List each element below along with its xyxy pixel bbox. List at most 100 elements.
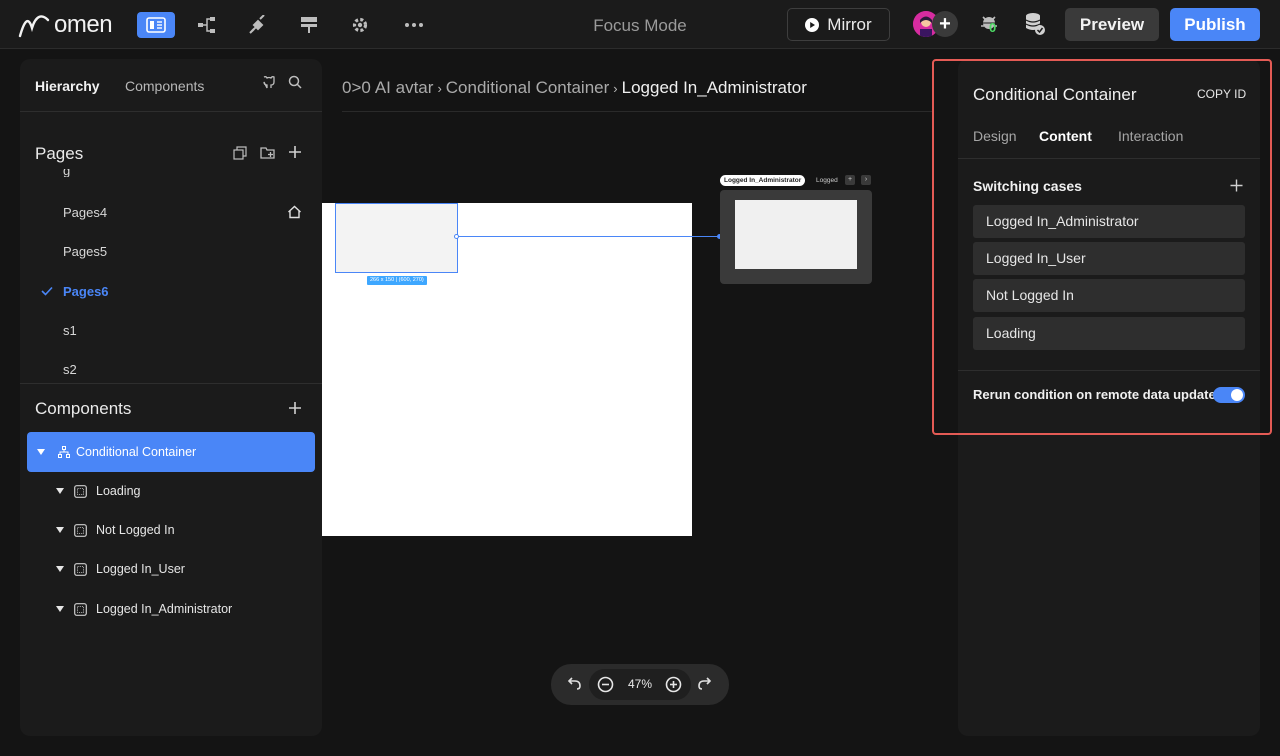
copy-page-icon[interactable] bbox=[233, 146, 247, 160]
pages-section-title: Pages bbox=[35, 144, 84, 163]
debug-button[interactable]: 0 bbox=[979, 12, 1003, 38]
tree-item-not-logged-in[interactable]: Not Logged In bbox=[27, 510, 315, 550]
page-item[interactable]: s1 bbox=[63, 323, 77, 338]
play-icon bbox=[805, 17, 820, 32]
breadcrumb-item[interactable]: Conditional Container bbox=[446, 78, 610, 98]
case-item[interactable]: Loading bbox=[973, 317, 1245, 350]
copy-id-button[interactable]: COPY ID bbox=[1197, 87, 1246, 101]
tab-design[interactable]: Design bbox=[973, 128, 1017, 144]
mirror-button[interactable]: Mirror bbox=[787, 8, 890, 41]
logo-text: omen bbox=[54, 11, 113, 38]
chevron-right-icon: › bbox=[613, 80, 618, 96]
add-case-icon[interactable] bbox=[1230, 179, 1243, 192]
caret-down-icon[interactable] bbox=[56, 606, 64, 612]
right-panel: Conditional Container COPY ID Design Con… bbox=[958, 59, 1260, 736]
caret-down-icon[interactable] bbox=[56, 488, 64, 494]
add-folder-icon[interactable] bbox=[260, 145, 276, 160]
check-icon bbox=[41, 286, 53, 296]
page-item[interactable]: Pages5 bbox=[63, 244, 107, 259]
connector-line bbox=[457, 236, 720, 237]
add-case-mini-button[interactable]: + bbox=[845, 175, 855, 185]
zoom-bar: 47% bbox=[551, 664, 729, 705]
zoom-in-icon[interactable] bbox=[665, 676, 682, 693]
connector-handle-start[interactable] bbox=[454, 234, 459, 239]
page-item[interactable]: Pages4 bbox=[63, 205, 107, 220]
breadcrumb-prefix[interactable]: 0>0 bbox=[342, 78, 371, 98]
workflow-button[interactable] bbox=[188, 12, 226, 38]
tree-item-logged-in-administrator[interactable]: Logged In_Administrator bbox=[27, 589, 315, 629]
left-panel-tabs: Hierarchy Components bbox=[20, 59, 322, 112]
zoom-level[interactable]: 47% bbox=[628, 677, 652, 691]
layout-rows-icon bbox=[301, 17, 317, 33]
container-icon bbox=[74, 484, 87, 498]
database-check-icon bbox=[1025, 13, 1045, 35]
tree-item-label: Not Logged In bbox=[96, 523, 175, 537]
tree-item-label: Loading bbox=[96, 484, 141, 498]
tab-interaction[interactable]: Interaction bbox=[1118, 128, 1183, 144]
caret-down-icon[interactable] bbox=[56, 527, 64, 533]
logo-m-icon bbox=[18, 15, 50, 38]
flow-tree-icon bbox=[198, 17, 215, 33]
add-component-icon[interactable] bbox=[288, 401, 302, 415]
database-button[interactable] bbox=[1023, 12, 1047, 38]
preview-button[interactable]: Preview bbox=[1065, 8, 1159, 41]
case-item[interactable]: Logged In_User bbox=[973, 242, 1245, 275]
zoom-out-icon[interactable] bbox=[597, 676, 614, 693]
rerun-condition-toggle[interactable] bbox=[1213, 387, 1245, 403]
case-preview-tag-next[interactable]: Logged bbox=[816, 175, 840, 186]
invite-button[interactable]: + bbox=[932, 11, 958, 37]
settings-button[interactable] bbox=[341, 12, 379, 38]
case-preview-tag[interactable]: Logged In_Administrator bbox=[720, 175, 806, 186]
container-icon bbox=[74, 562, 87, 576]
tab-components[interactable]: Components bbox=[125, 78, 204, 94]
plugin-button[interactable] bbox=[239, 12, 277, 38]
selected-conditional-container[interactable] bbox=[335, 203, 458, 273]
panel-layout-icon bbox=[146, 17, 166, 33]
debug-count-badge: 0 bbox=[989, 20, 997, 35]
tabs-divider bbox=[958, 158, 1260, 159]
focus-mode-label[interactable]: Focus Mode bbox=[560, 16, 720, 36]
expand-cases-icon[interactable]: › bbox=[861, 175, 871, 185]
breadcrumb-current: Logged In_Administrator bbox=[621, 78, 807, 97]
case-item[interactable]: Logged In_Administrator bbox=[973, 205, 1245, 238]
more-button[interactable] bbox=[395, 12, 433, 38]
more-dots-icon bbox=[405, 23, 423, 27]
page-item[interactable]: s2 bbox=[63, 362, 77, 377]
publish-button[interactable]: Publish bbox=[1170, 8, 1260, 41]
section-divider bbox=[958, 370, 1260, 371]
add-page-icon[interactable] bbox=[288, 145, 302, 159]
tree-item-label: Logged In_Administrator bbox=[96, 602, 233, 616]
search-icon[interactable] bbox=[288, 75, 302, 89]
layout-button[interactable] bbox=[290, 12, 328, 38]
case-preview-frame[interactable] bbox=[720, 190, 872, 284]
page-item-selected[interactable]: Pages6 bbox=[63, 284, 109, 299]
tree-item-label: Conditional Container bbox=[76, 445, 197, 459]
pages-view-button[interactable] bbox=[137, 12, 175, 38]
undo-icon[interactable] bbox=[566, 677, 581, 691]
components-section-title: Components bbox=[35, 399, 132, 418]
page-item-partial: g bbox=[63, 169, 71, 177]
tab-hierarchy[interactable]: Hierarchy bbox=[35, 78, 100, 94]
case-item[interactable]: Not Logged In bbox=[973, 279, 1245, 312]
selection-dimension-label: 266 x 150 | (600, 270) bbox=[367, 276, 427, 285]
container-icon bbox=[74, 602, 87, 616]
container-icon bbox=[74, 523, 87, 537]
caret-down-icon[interactable] bbox=[37, 449, 45, 455]
tree-item-logged-in-user[interactable]: Logged In_User bbox=[27, 549, 315, 589]
switching-cases-title: Switching cases bbox=[973, 178, 1082, 194]
section-divider bbox=[20, 383, 322, 384]
app-logo[interactable]: omen bbox=[18, 10, 113, 40]
component-title: Conditional Container bbox=[973, 85, 1137, 104]
github-icon[interactable] bbox=[262, 75, 276, 89]
breadcrumb-item[interactable]: AI avtar bbox=[375, 78, 434, 98]
redo-icon[interactable] bbox=[698, 677, 713, 691]
toggle-knob bbox=[1231, 389, 1243, 401]
tree-item-loading[interactable]: Loading bbox=[27, 471, 315, 511]
breadcrumb: 0>0 AI avtar › Conditional Container › L… bbox=[342, 78, 807, 98]
tree-item-label: Logged In_User bbox=[96, 562, 185, 576]
tree-item-conditional-container[interactable]: Conditional Container bbox=[27, 432, 315, 472]
canvas-divider bbox=[342, 111, 932, 112]
home-icon[interactable] bbox=[287, 205, 302, 219]
caret-down-icon[interactable] bbox=[56, 566, 64, 572]
tab-content[interactable]: Content bbox=[1039, 128, 1092, 144]
